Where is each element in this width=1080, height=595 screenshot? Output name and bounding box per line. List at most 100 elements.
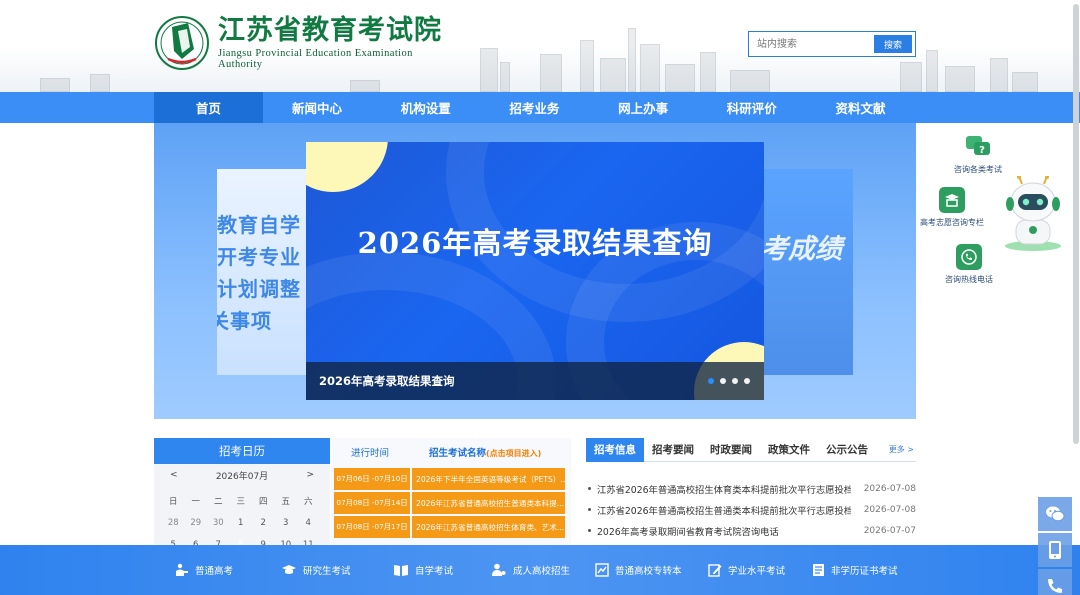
site-title-en: Jiangsu Provincial Education Examination…	[218, 48, 413, 70]
phone-button[interactable]	[1038, 569, 1072, 595]
calendar-next-button[interactable]: >	[306, 470, 314, 480]
certificate-doc-icon	[813, 564, 824, 576]
category-gaokao[interactable]: 普通高考	[175, 545, 281, 595]
category-adult[interactable]: 成人高校招生	[491, 545, 595, 595]
news-item[interactable]: 江苏省2026年普通高校招生体育类本科提前批次平行志愿投档线 2026-07-0…	[586, 478, 916, 499]
exam-row[interactable]: 07月06日 -07月10日 2026年下半年全国英语等级考试（PETS）...	[334, 468, 565, 490]
carousel-dot[interactable]	[720, 378, 726, 384]
prev-slide-line: 开考专业	[217, 245, 301, 269]
floating-side-tools	[1038, 497, 1072, 595]
carousel-active-slide[interactable]: 2026年高考录取结果查询 2026年高考录取结果查询	[306, 142, 764, 400]
calendar-day[interactable]: 29	[185, 518, 208, 528]
calendar-day[interactable]: 28	[162, 518, 185, 528]
nav-item-admissions[interactable]: 招考业务	[480, 92, 589, 123]
quick-link-hotline[interactable]: 咨询热线电话	[945, 244, 993, 285]
calendar-day[interactable]: 3	[275, 518, 298, 528]
calendar-prev-button[interactable]: <	[170, 470, 178, 480]
news-title[interactable]: 2026年高考录取期间省教育考试院咨询电话	[597, 524, 851, 538]
category-certificate[interactable]: 非学历证书考试	[812, 545, 922, 595]
tab-policy-docs[interactable]: 政策文件	[760, 438, 818, 462]
chart-frame-icon	[595, 563, 609, 577]
exam-row[interactable]: 07月08日 -07月14日 2026年江苏省普通高校招生普通类本科提...	[334, 492, 565, 514]
calendar-day[interactable]: 30	[207, 518, 230, 528]
wechat-icon	[1046, 506, 1065, 522]
category-label: 普通高校专转本	[615, 566, 682, 577]
carousel-prev-slide[interactable]: 教育自学 开考专业 计划调整 关事项	[217, 169, 307, 375]
quick-link-label: 咨询各类考试	[954, 165, 1002, 174]
tab-admission-info[interactable]: 招考信息	[586, 437, 644, 462]
exam-date: 07月08日 -07月14日	[334, 492, 410, 514]
news-title[interactable]: 江苏省2026年普通高校招生体育类本科提前批次平行志愿投档线	[597, 482, 851, 496]
exam-name-link[interactable]: 2026年江苏省普通高校招生普通类本科提...	[412, 492, 565, 514]
exam-schedule-table: 进行时间 招生考试名称(点击项目进入) 07月06日 -07月10日 2026年…	[331, 438, 571, 550]
news-title[interactable]: 江苏省2026年普通高校招生普通类本科提前批次平行志愿投档线	[597, 503, 851, 517]
news-more-link[interactable]: 更多 >	[889, 444, 916, 455]
adult-person-icon	[492, 563, 506, 576]
exam-date: 07月08日 -07月17日	[334, 516, 410, 538]
graduate-cap-icon	[282, 565, 296, 574]
wechat-button[interactable]	[1038, 497, 1072, 531]
weekday-label: 二	[213, 497, 223, 507]
news-item[interactable]: 2026年高考录取期间省教育考试院咨询电话 2026-07-07	[586, 520, 916, 541]
slide-caption[interactable]: 2026年高考录取结果查询	[319, 373, 455, 389]
nav-item-organization[interactable]: 机构设置	[371, 92, 480, 123]
category-label: 非学历证书考试	[831, 566, 898, 577]
weekday-label: 一	[191, 497, 200, 507]
page-scrollbar[interactable]	[1073, 4, 1079, 444]
calendar-week-row: 28 29 30 1 2 3 4	[162, 512, 322, 534]
exam-table-header: 进行时间 招生考试名称(点击项目进入)	[331, 438, 571, 466]
carousel-next-slide[interactable]: 考成绩	[764, 169, 853, 375]
consult-chat-icon: ?	[965, 134, 991, 160]
nav-item-online-services[interactable]: 网上办事	[589, 92, 698, 123]
site-search: 搜索	[748, 31, 916, 57]
news-panel: 招考信息 招考要闻 时政要闻 政策文件 公示公告 更多 > 江苏省2026年普通…	[586, 437, 916, 550]
quick-link-consult-exams[interactable]: ? 咨询各类考试	[954, 134, 1002, 175]
nav-item-home[interactable]: 首页	[154, 92, 263, 123]
calendar-day[interactable]: 1	[230, 518, 253, 528]
slide-decoration	[306, 142, 388, 192]
weekday-label: 日	[168, 497, 178, 507]
carousel-dot[interactable]	[732, 378, 738, 384]
category-proficiency[interactable]: 学业水平考试	[708, 545, 812, 595]
robot-mascot-icon[interactable]	[1002, 176, 1064, 254]
prev-slide-line: 关事项	[217, 309, 272, 333]
category-label: 研究生考试	[303, 566, 351, 577]
mobile-button[interactable]	[1038, 533, 1072, 567]
nav-item-news[interactable]: 新闻中心	[263, 92, 372, 123]
exam-category-list: 普通高考 研究生考试 自学考试 成人高校招生 普通高校专转本 学业水平考试 非学…	[175, 545, 922, 595]
site-logo[interactable]: 江苏省教育考试院 Jiangsu Provincial Education Ex…	[154, 14, 450, 72]
category-self-study[interactable]: 自学考试	[393, 545, 491, 595]
quick-link-gaokao-application[interactable]: 高考志愿咨询专栏	[920, 187, 984, 228]
category-upgrade[interactable]: 普通高校专转本	[595, 545, 708, 595]
search-button[interactable]: 搜索	[874, 35, 912, 53]
col-name-hint: (点击项目进入)	[486, 449, 542, 458]
col-time-header: 进行时间	[350, 448, 389, 459]
mortarboard-book-icon	[939, 187, 965, 213]
carousel-dot[interactable]	[708, 378, 714, 384]
search-input[interactable]	[749, 32, 875, 56]
nav-item-research[interactable]: 科研评价	[697, 92, 806, 123]
calendar-day[interactable]: 2	[252, 518, 275, 528]
tab-announcements[interactable]: 公示公告	[818, 438, 876, 462]
exam-name-link[interactable]: 2026年江苏省普通高校招生体育类、艺术...	[412, 516, 565, 538]
exam-row[interactable]: 07月08日 -07月17日 2026年江苏省普通高校招生体育类、艺术...	[334, 516, 565, 538]
exam-authority-emblem-icon	[155, 16, 209, 70]
carousel-dot[interactable]	[744, 378, 750, 384]
svg-text:?: ?	[979, 145, 985, 156]
news-item[interactable]: 江苏省2026年普通高校招生普通类本科提前批次平行志愿投档线 2026-07-0…	[586, 499, 916, 520]
main-nav: 首页 新闻中心 机构设置 招考业务 网上办事 科研评价 资料文献	[154, 92, 915, 123]
nav-item-documents[interactable]: 资料文献	[806, 92, 915, 123]
weekday-label: 五	[281, 497, 290, 507]
tab-admission-news[interactable]: 招考要闻	[644, 438, 702, 462]
tab-current-affairs[interactable]: 时政要闻	[702, 438, 760, 462]
exam-name-link[interactable]: 2026年下半年全国英语等级考试（PETS）...	[412, 468, 565, 490]
prev-slide-line: 教育自学	[217, 213, 301, 237]
carousel-pagination	[708, 378, 750, 384]
category-graduate[interactable]: 研究生考试	[281, 545, 393, 595]
mobile-icon	[1049, 541, 1061, 559]
news-date: 2026-07-07	[863, 525, 916, 536]
news-list: 江苏省2026年普通高校招生体育类本科提前批次平行志愿投档线 2026-07-0…	[586, 462, 916, 541]
calendar-day[interactable]: 4	[297, 518, 320, 528]
bullet-icon	[588, 529, 591, 532]
hero-carousel: 教育自学 开考专业 计划调整 关事项 考成绩 2026年高考录取结果查询 202…	[154, 123, 916, 419]
